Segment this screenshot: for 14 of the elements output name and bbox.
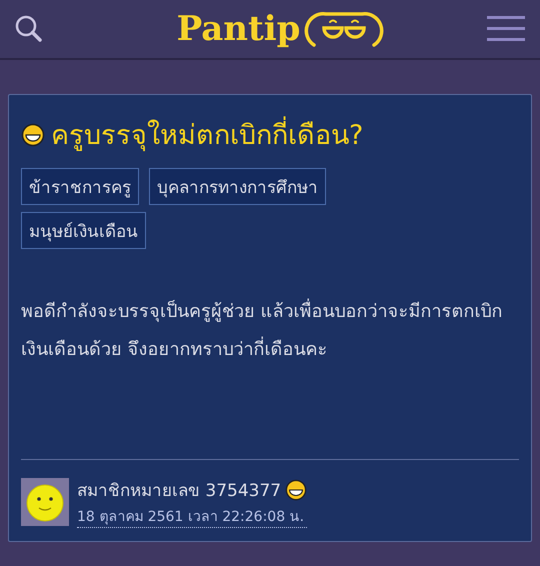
- grin-emoticon-icon: [285, 478, 308, 500]
- glasses-icon: [304, 11, 384, 47]
- tag-link[interactable]: มนุษย์เงินเดือน: [21, 212, 146, 249]
- tag-link[interactable]: ข้าราชการครู: [21, 168, 139, 205]
- search-icon[interactable]: [14, 14, 44, 44]
- grin-emoticon-icon: [21, 122, 45, 146]
- topic-title: ครูบรรจุใหม่ตกเบิกกี่เดือน?: [51, 113, 364, 156]
- logo-text[interactable]: Pantip: [176, 9, 300, 49]
- post-body: พอดีกำลังจะบรรจุเป็นครูผู้ช่วย แล้วเพื่อนบอกว่าจะมีการตกเบิกเงินเดือนด้วย จึงอยากทราบว่ากี่เดือนคะ: [21, 293, 519, 443]
- tag-link[interactable]: บุคลากรทางการศึกษา: [149, 168, 326, 205]
- menu-icon[interactable]: [487, 16, 525, 42]
- smiley-avatar[interactable]: [21, 478, 69, 526]
- author-name[interactable]: สมาชิกหมายเลข 3754377: [77, 476, 282, 503]
- post-timestamp[interactable]: 18 ตุลาคม 2561 เวลา 22:26:08 น.: [77, 505, 308, 528]
